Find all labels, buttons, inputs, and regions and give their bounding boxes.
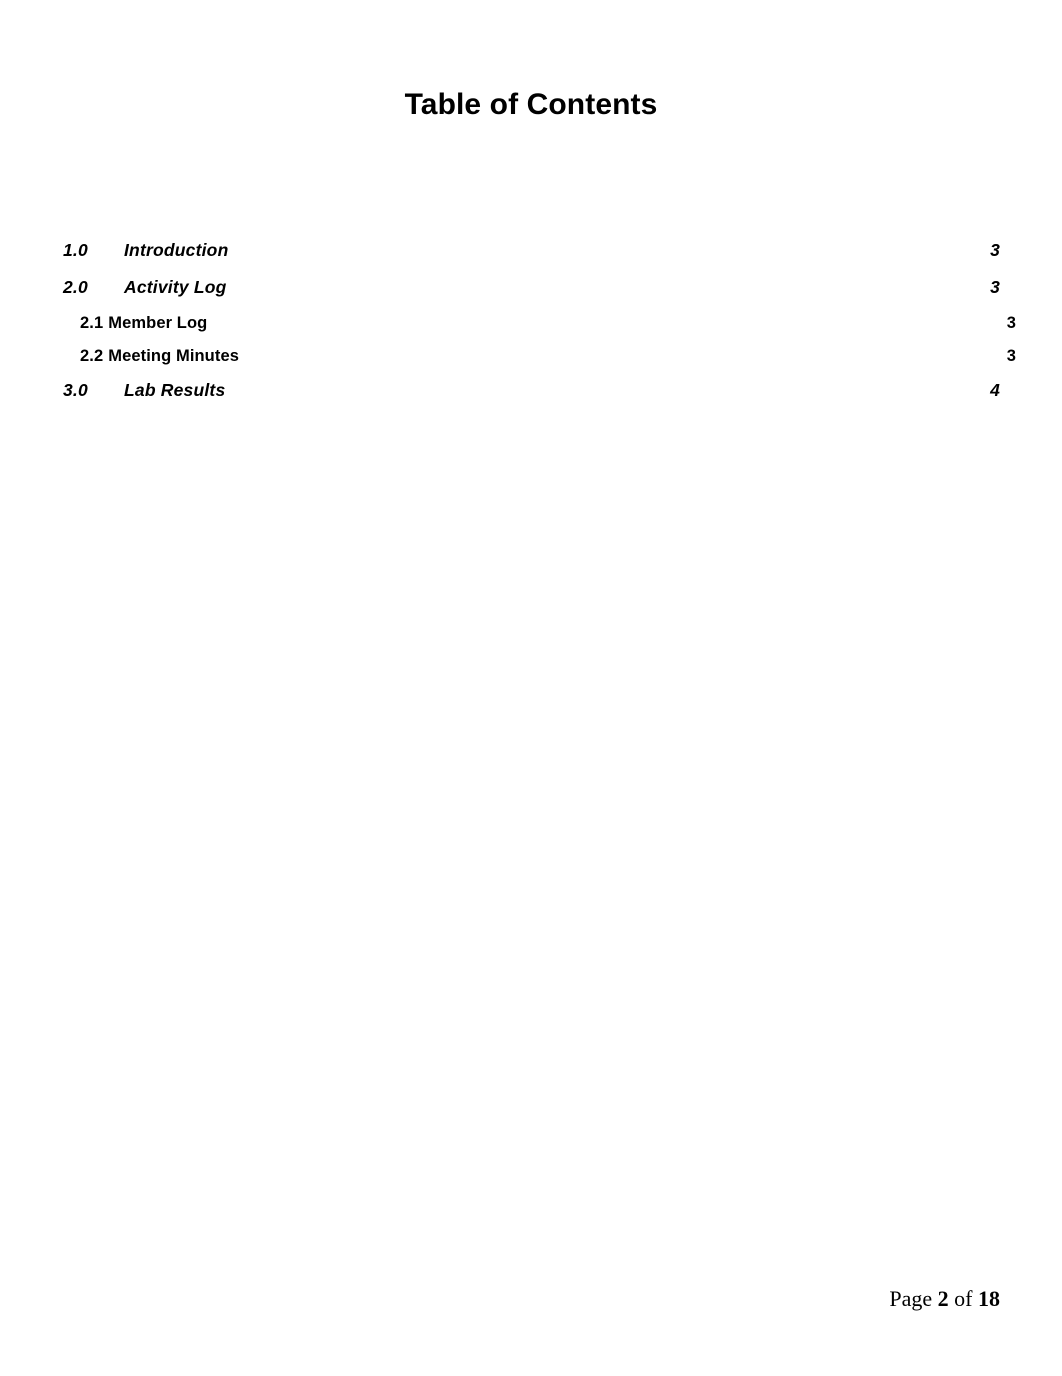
- footer-prefix-label: Page: [889, 1286, 938, 1311]
- footer-separator-label: of: [954, 1286, 978, 1311]
- page-title: Table of Contents: [404, 88, 658, 121]
- toc-entry-number: 2.2: [80, 347, 104, 365]
- toc-entry-page-number: 3: [990, 277, 1000, 297]
- footer-total-pages: 18: [978, 1286, 1000, 1311]
- toc-entry-lab-results[interactable]: 3.0 Lab Results 4: [63, 380, 1000, 417]
- toc-entry-page-number: 4: [990, 380, 1000, 400]
- table-of-contents-list: 1.0 Introduction 3 2.0 Activity Log 3 2.…: [63, 240, 1016, 417]
- toc-entry-number: 1.0: [63, 240, 88, 260]
- toc-entry-page-number: 3: [990, 240, 1000, 260]
- page-footer: Page 2 of 18: [0, 1286, 1000, 1312]
- toc-entry-title: Member Log: [108, 314, 208, 332]
- footer-current-page: 2: [937, 1286, 955, 1311]
- toc-entry-title: Meeting Minutes: [108, 347, 240, 365]
- toc-entry-title: Lab Results: [124, 380, 226, 400]
- toc-entry-member-log[interactable]: 2.1 Member Log 3: [63, 314, 1017, 347]
- toc-entry-title: Introduction: [124, 240, 229, 260]
- toc-entry-title: Activity Log: [124, 277, 227, 297]
- toc-entry-introduction[interactable]: 1.0 Introduction 3: [63, 240, 1000, 277]
- toc-entry-number: 2.1: [80, 314, 104, 332]
- toc-entry-page-number: 3: [1006, 347, 1016, 365]
- toc-entry-number: 2.0: [63, 277, 88, 297]
- toc-entry-meeting-minutes[interactable]: 2.2 Meeting Minutes 3: [63, 347, 1017, 380]
- toc-entry-number: 3.0: [63, 380, 88, 400]
- document-page: Table of Contents 1.0 Introduction 3 2.0…: [0, 0, 1062, 1376]
- toc-entry-page-number: 3: [1006, 314, 1016, 332]
- toc-entry-activity-log[interactable]: 2.0 Activity Log 3: [63, 277, 1000, 314]
